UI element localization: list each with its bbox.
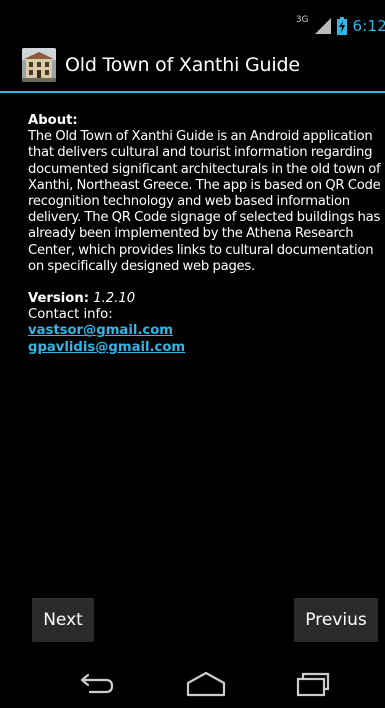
navigation-bar xyxy=(0,664,385,708)
status-bar: 3G 6:12 xyxy=(0,0,385,38)
home-button[interactable] xyxy=(176,670,236,702)
contact-label: Contact info: xyxy=(28,307,113,323)
network-type-label: 3G xyxy=(295,15,309,25)
recents-button[interactable] xyxy=(280,670,340,702)
signal-icon xyxy=(314,18,331,34)
back-button[interactable] xyxy=(66,670,126,702)
about-heading: About: xyxy=(28,113,78,128)
home-icon xyxy=(184,671,228,701)
next-button[interactable]: Next xyxy=(32,598,94,642)
about-text: The Old Town of Xanthi Guide is an Andro… xyxy=(28,129,381,274)
recents-icon xyxy=(290,671,330,701)
back-icon xyxy=(76,672,116,700)
app-title: Old Town of Xanthi Guide xyxy=(65,54,300,76)
status-indicators: 3G 6:12 xyxy=(296,15,385,37)
version-line: Version: 1.2.10 xyxy=(28,291,382,307)
version-label: Version: xyxy=(28,291,90,307)
previous-button[interactable]: Previus xyxy=(294,598,378,642)
app-icon xyxy=(22,48,56,82)
email-link-gpavlidis[interactable]: gpavlidis@gmail.com xyxy=(28,340,382,356)
email-link-vastsor[interactable]: vastsor@gmail.com xyxy=(28,323,382,339)
battery-charging-icon xyxy=(336,17,347,35)
about-content: About: The Old Town of Xanthi Guide is a… xyxy=(28,113,382,356)
version-value: 1.2.10 xyxy=(89,291,136,307)
action-bar-divider xyxy=(0,91,385,93)
status-clock: 6:12 xyxy=(352,17,385,35)
action-bar: Old Town of Xanthi Guide xyxy=(0,38,385,92)
